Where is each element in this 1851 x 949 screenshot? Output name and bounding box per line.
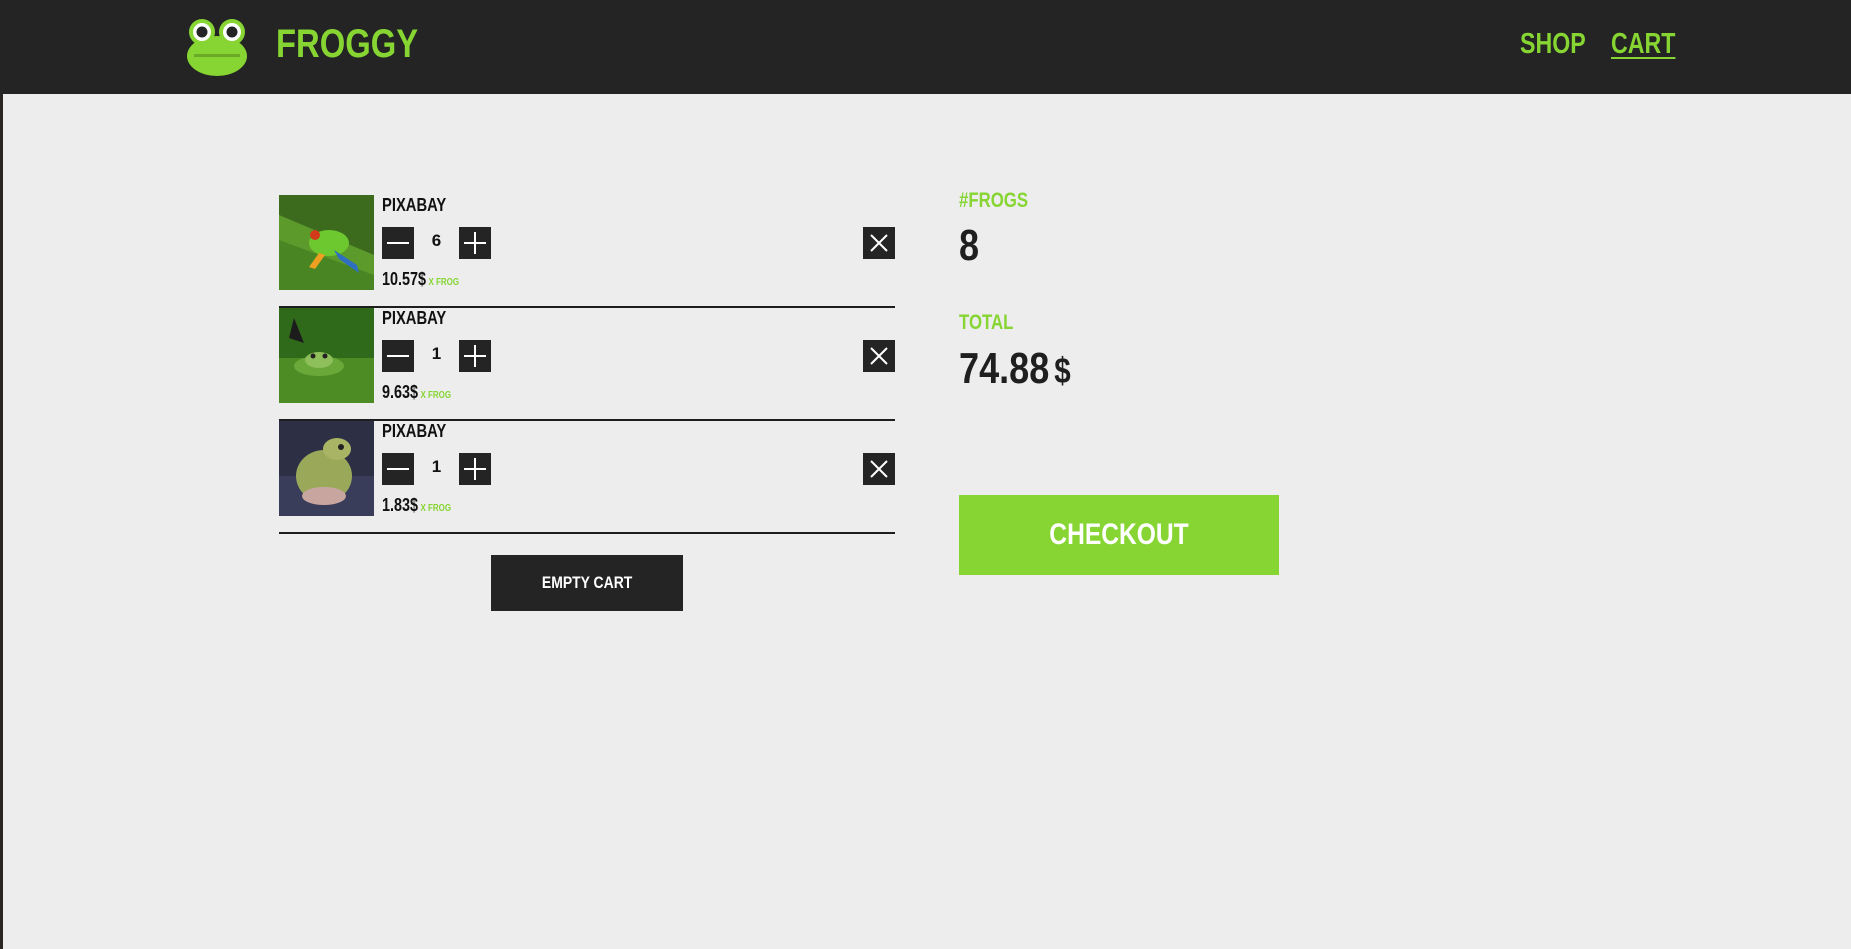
- item-seller: PIXABAY: [382, 308, 447, 328]
- decrease-quantity-button[interactable]: [382, 340, 414, 372]
- product-image: [279, 308, 374, 403]
- minus-icon: [387, 355, 409, 357]
- window-edge: [0, 0, 3, 949]
- checkout-label: CHECKOUT: [1049, 518, 1189, 551]
- minus-icon: [387, 242, 409, 244]
- total-label: TOTAL: [959, 311, 1014, 334]
- quantity-value: 1: [431, 344, 442, 363]
- item-price: 1.83$ X FROG: [382, 495, 451, 516]
- remove-item-button[interactable]: [863, 227, 895, 259]
- plus-icon: [464, 232, 486, 254]
- price-unit: X FROG: [428, 277, 460, 288]
- close-icon: [870, 460, 888, 478]
- item-seller: PIXABAY: [382, 195, 447, 215]
- total-currency: $: [1054, 350, 1071, 391]
- item-seller: PIXABAY: [382, 421, 447, 441]
- empty-cart-button[interactable]: EMPTY CART: [491, 555, 683, 611]
- cart-item: PIXABAY 1 9.63$ X FROG: [279, 308, 895, 421]
- increase-quantity-button[interactable]: [459, 340, 491, 372]
- total-value: 74.88: [959, 344, 1050, 393]
- close-icon: [870, 234, 888, 252]
- product-image: [279, 195, 374, 290]
- price-value: 1.83$: [382, 495, 419, 515]
- increase-quantity-button[interactable]: [459, 227, 491, 259]
- price-unit: X FROG: [420, 390, 452, 401]
- increase-quantity-button[interactable]: [459, 453, 491, 485]
- quantity-value: 1: [431, 457, 442, 476]
- remove-item-button[interactable]: [863, 340, 895, 372]
- top-nav-bar: FROGGY SHOP CART: [0, 0, 1851, 94]
- plus-icon: [464, 458, 486, 480]
- frog-count-value: 8: [959, 221, 980, 270]
- cart-item-list: PIXABAY 6 10.57$ X FROG PIXABAY 1 9.63$ …: [279, 195, 895, 534]
- decrease-quantity-button[interactable]: [382, 227, 414, 259]
- price-unit: X FROG: [420, 503, 452, 514]
- plus-icon: [464, 345, 486, 367]
- nav-link-cart[interactable]: CART: [1611, 28, 1675, 61]
- close-icon: [870, 347, 888, 365]
- nav-link-shop[interactable]: SHOP: [1520, 28, 1586, 61]
- price-value: 9.63$: [382, 382, 419, 402]
- empty-cart-label: EMPTY CART: [541, 573, 633, 592]
- minus-icon: [387, 468, 409, 470]
- brand-name[interactable]: FROGGY: [276, 22, 418, 67]
- frog-logo-icon[interactable]: [186, 18, 248, 76]
- product-image: [279, 421, 374, 516]
- frog-count-label: #FROGS: [959, 189, 1029, 212]
- total-amount: 74.88 $: [959, 344, 1071, 394]
- item-price: 10.57$ X FROG: [382, 269, 459, 290]
- checkout-button[interactable]: CHECKOUT: [959, 495, 1279, 575]
- price-value: 10.57$: [382, 269, 427, 289]
- quantity-value: 6: [431, 231, 442, 250]
- cart-item: PIXABAY 6 10.57$ X FROG: [279, 195, 895, 308]
- decrease-quantity-button[interactable]: [382, 453, 414, 485]
- item-price: 9.63$ X FROG: [382, 382, 451, 403]
- cart-item: PIXABAY 1 1.83$ X FROG: [279, 421, 895, 534]
- remove-item-button[interactable]: [863, 453, 895, 485]
